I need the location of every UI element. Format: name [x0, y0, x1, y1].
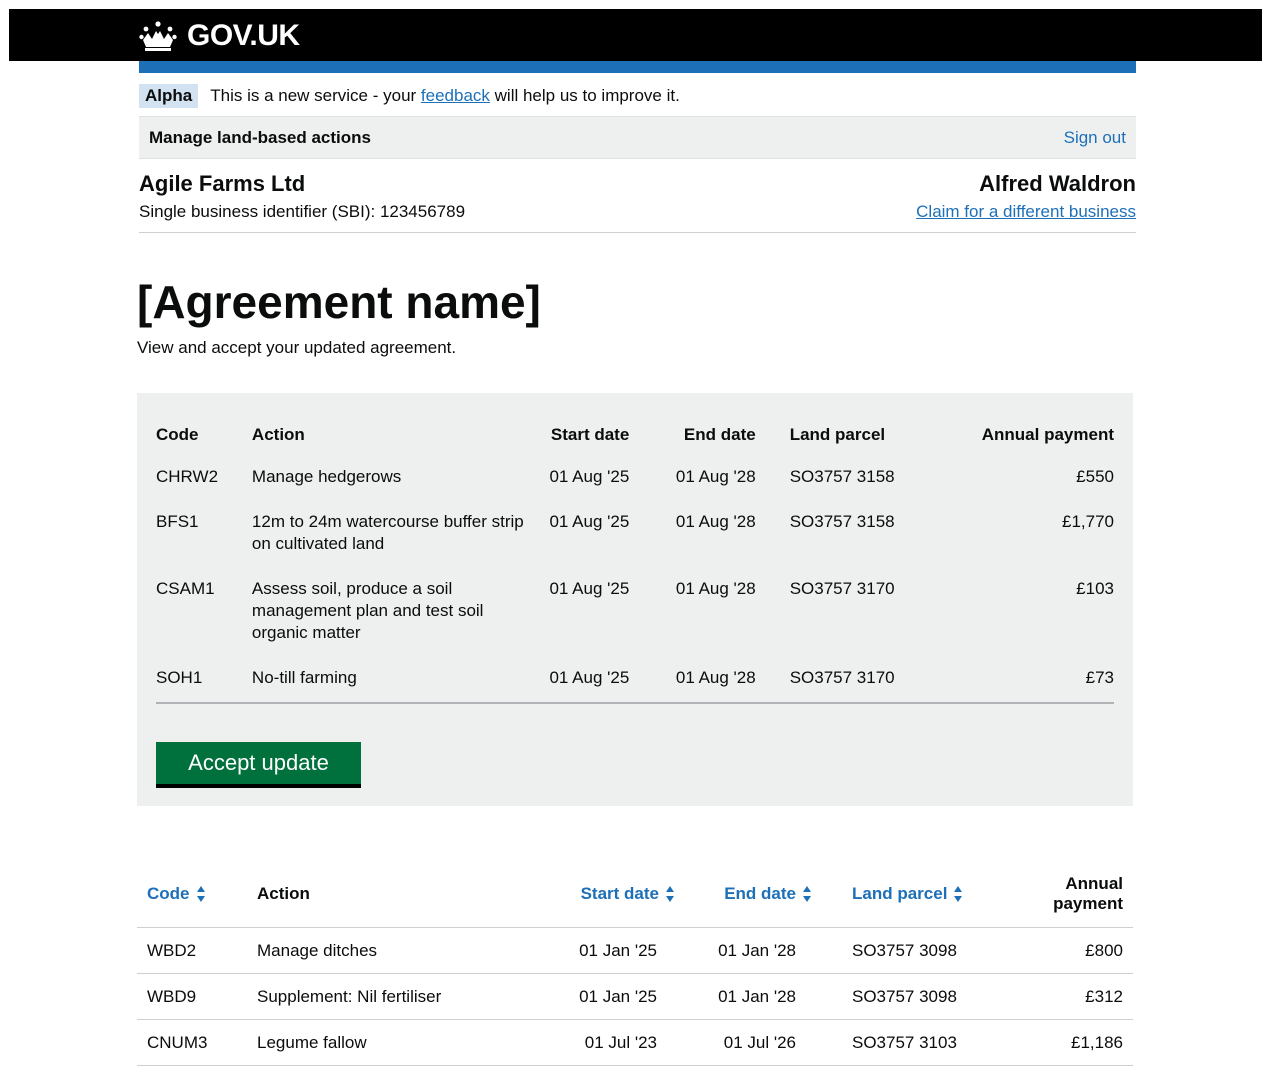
cell-start-date: 01 Jul '23	[545, 1019, 685, 1066]
cell-land-parcel: SO3757 3170	[755, 660, 935, 704]
sort-arrows-icon	[803, 886, 811, 903]
cell-land-parcel: SO3757 3158	[789, 467, 895, 486]
table-header-row: Code Action Start date End date Land par…	[156, 423, 1114, 459]
table-header-row: Code Action Start date End date Land par…	[137, 862, 1133, 928]
sort-code-header[interactable]: Code	[137, 862, 247, 928]
sort-arrows-icon	[954, 886, 963, 903]
claim-different-business-link[interactable]: Claim for a different business	[916, 202, 1136, 222]
col-action-header: Action	[247, 862, 545, 928]
phase-banner: Alpha This is a new service - your feedb…	[139, 84, 680, 108]
cell-start-date: 01 Aug '25	[527, 660, 630, 704]
table-row: CSAM1 Assess soil, produce a soil manage…	[156, 571, 1114, 660]
col-code-header: Code	[156, 425, 199, 444]
sign-out-link[interactable]: Sign out	[1064, 128, 1126, 148]
cell-land-parcel: SO3757 3098	[822, 973, 988, 1020]
cell-start-date: 01 Aug '25	[549, 512, 630, 531]
accept-update-button[interactable]: Accept update	[156, 742, 361, 784]
cell-action: No-till farming	[251, 660, 528, 704]
phase-text-after: will help us to improve it.	[489, 86, 680, 105]
page-title: [Agreement name]	[137, 276, 541, 328]
col-end-date-header: End date	[724, 883, 796, 903]
sort-arrows-icon	[196, 886, 205, 903]
updated-actions-table: Code Action Start date End date Land par…	[156, 423, 1114, 704]
cell-action: Manage ditches	[247, 927, 545, 974]
col-code-header: Code	[147, 883, 190, 903]
cell-end-date: 01 Jan '28	[685, 927, 822, 974]
cell-start-date: 01 Jan '25	[545, 973, 685, 1020]
cell-annual-payment: £1,770	[1062, 512, 1114, 531]
cell-code: CSAM1	[156, 579, 215, 598]
table-row: SOH1 No-till farming 01 Aug '25 01 Aug '…	[156, 660, 1114, 704]
col-action-header: Action	[251, 425, 305, 444]
cell-annual-payment: £1,186	[988, 1019, 1133, 1066]
cell-annual-payment: £800	[988, 927, 1133, 974]
cell-land-parcel: SO3757 3103	[822, 1019, 988, 1066]
cell-code: WBD2	[137, 927, 247, 974]
col-end-date-header: End date	[683, 425, 756, 444]
table-row: CNUM3 Legume fallow 01 Jul '23 01 Jul '2…	[137, 1019, 1133, 1066]
sort-start-date-header[interactable]: Start date	[545, 862, 685, 928]
cell-annual-payment: £73	[934, 660, 1114, 704]
cell-code: SOH1	[156, 660, 252, 704]
cell-action: Legume fallow	[247, 1019, 545, 1066]
cell-end-date: 01 Jul '26	[685, 1019, 822, 1066]
phase-tag: Alpha	[139, 84, 199, 108]
cell-annual-payment: £312	[988, 973, 1133, 1020]
cell-action: Supplement: Nil fertiliser	[247, 973, 545, 1020]
cell-land-parcel: SO3757 3098	[822, 927, 988, 974]
col-annual-payment-header: Annual payment	[988, 862, 1133, 928]
cell-start-date: 01 Aug '25	[549, 467, 630, 486]
cell-start-date: 01 Aug '25	[549, 579, 630, 598]
cell-code: WBD9	[137, 973, 247, 1020]
col-land-parcel-header: Land parcel	[852, 883, 948, 903]
govuk-logo-text: GOV.UK	[187, 19, 300, 52]
table-row: BFS1 12m to 24m watercourse buffer strip…	[156, 504, 1114, 571]
current-actions-table: Code Action Start date End date Land par…	[137, 862, 1133, 1066]
agreement-update-panel: Code Action Start date End date Land par…	[137, 393, 1133, 806]
cell-end-date: 01 Aug '28	[675, 579, 756, 598]
sort-arrows-icon	[666, 886, 674, 903]
business-sbi: Single business identifier (SBI): 123456…	[139, 202, 466, 221]
govuk-logo-link[interactable]: GOV.UK	[139, 19, 300, 53]
table-row: CHRW2 Manage hedgerows 01 Aug '25 01 Aug…	[156, 459, 1114, 504]
table-row: WBD9 Supplement: Nil fertiliser 01 Jan '…	[137, 973, 1133, 1020]
cell-end-date: 01 Aug '28	[675, 467, 756, 486]
cell-action: Manage hedgerows	[251, 467, 402, 486]
cell-land-parcel: SO3757 3158	[789, 512, 895, 531]
header-blue-bar	[139, 61, 1136, 73]
cell-annual-payment: £103	[1076, 579, 1114, 598]
cell-code: CNUM3	[137, 1019, 247, 1066]
cell-start-date: 01 Jan '25	[545, 927, 685, 974]
col-annual-payment-header: Annual payment	[981, 425, 1114, 444]
business-summary: Agile Farms Ltd Single business identifi…	[139, 171, 1136, 233]
cell-end-date: 01 Jan '28	[685, 973, 822, 1020]
service-navigation: Manage land-based actions Sign out	[139, 116, 1136, 159]
cell-land-parcel: SO3757 3170	[789, 579, 895, 598]
col-start-date-header: Start date	[580, 883, 659, 903]
service-name: Manage land-based actions	[149, 128, 371, 147]
crown-icon	[139, 21, 177, 51]
user-name: Alfred Waldron	[979, 171, 1136, 196]
sort-land-parcel-header[interactable]: Land parcel	[822, 862, 988, 928]
col-land-parcel-header: Land parcel	[789, 425, 886, 444]
cell-action: Assess soil, produce a soil management p…	[251, 579, 484, 642]
business-name: Agile Farms Ltd	[139, 171, 306, 196]
phase-text-before: This is a new service - your	[210, 86, 421, 105]
col-start-date-header: Start date	[550, 425, 630, 444]
sort-end-date-header[interactable]: End date	[685, 862, 822, 928]
cell-end-date: 01 Aug '28	[629, 660, 756, 704]
feedback-link[interactable]: feedback	[421, 86, 490, 106]
table-row: WBD2 Manage ditches 01 Jan '25 01 Jan '2…	[137, 927, 1133, 974]
govuk-header: GOV.UK	[9, 9, 1262, 61]
cell-end-date: 01 Aug '28	[675, 512, 756, 531]
cell-action: 12m to 24m watercourse buffer strip on c…	[251, 512, 524, 553]
page-lede: View and accept your updated agreement.	[137, 338, 457, 357]
cell-code: BFS1	[156, 512, 199, 531]
cell-annual-payment: £550	[1076, 467, 1114, 486]
cell-code: CHRW2	[156, 467, 219, 486]
